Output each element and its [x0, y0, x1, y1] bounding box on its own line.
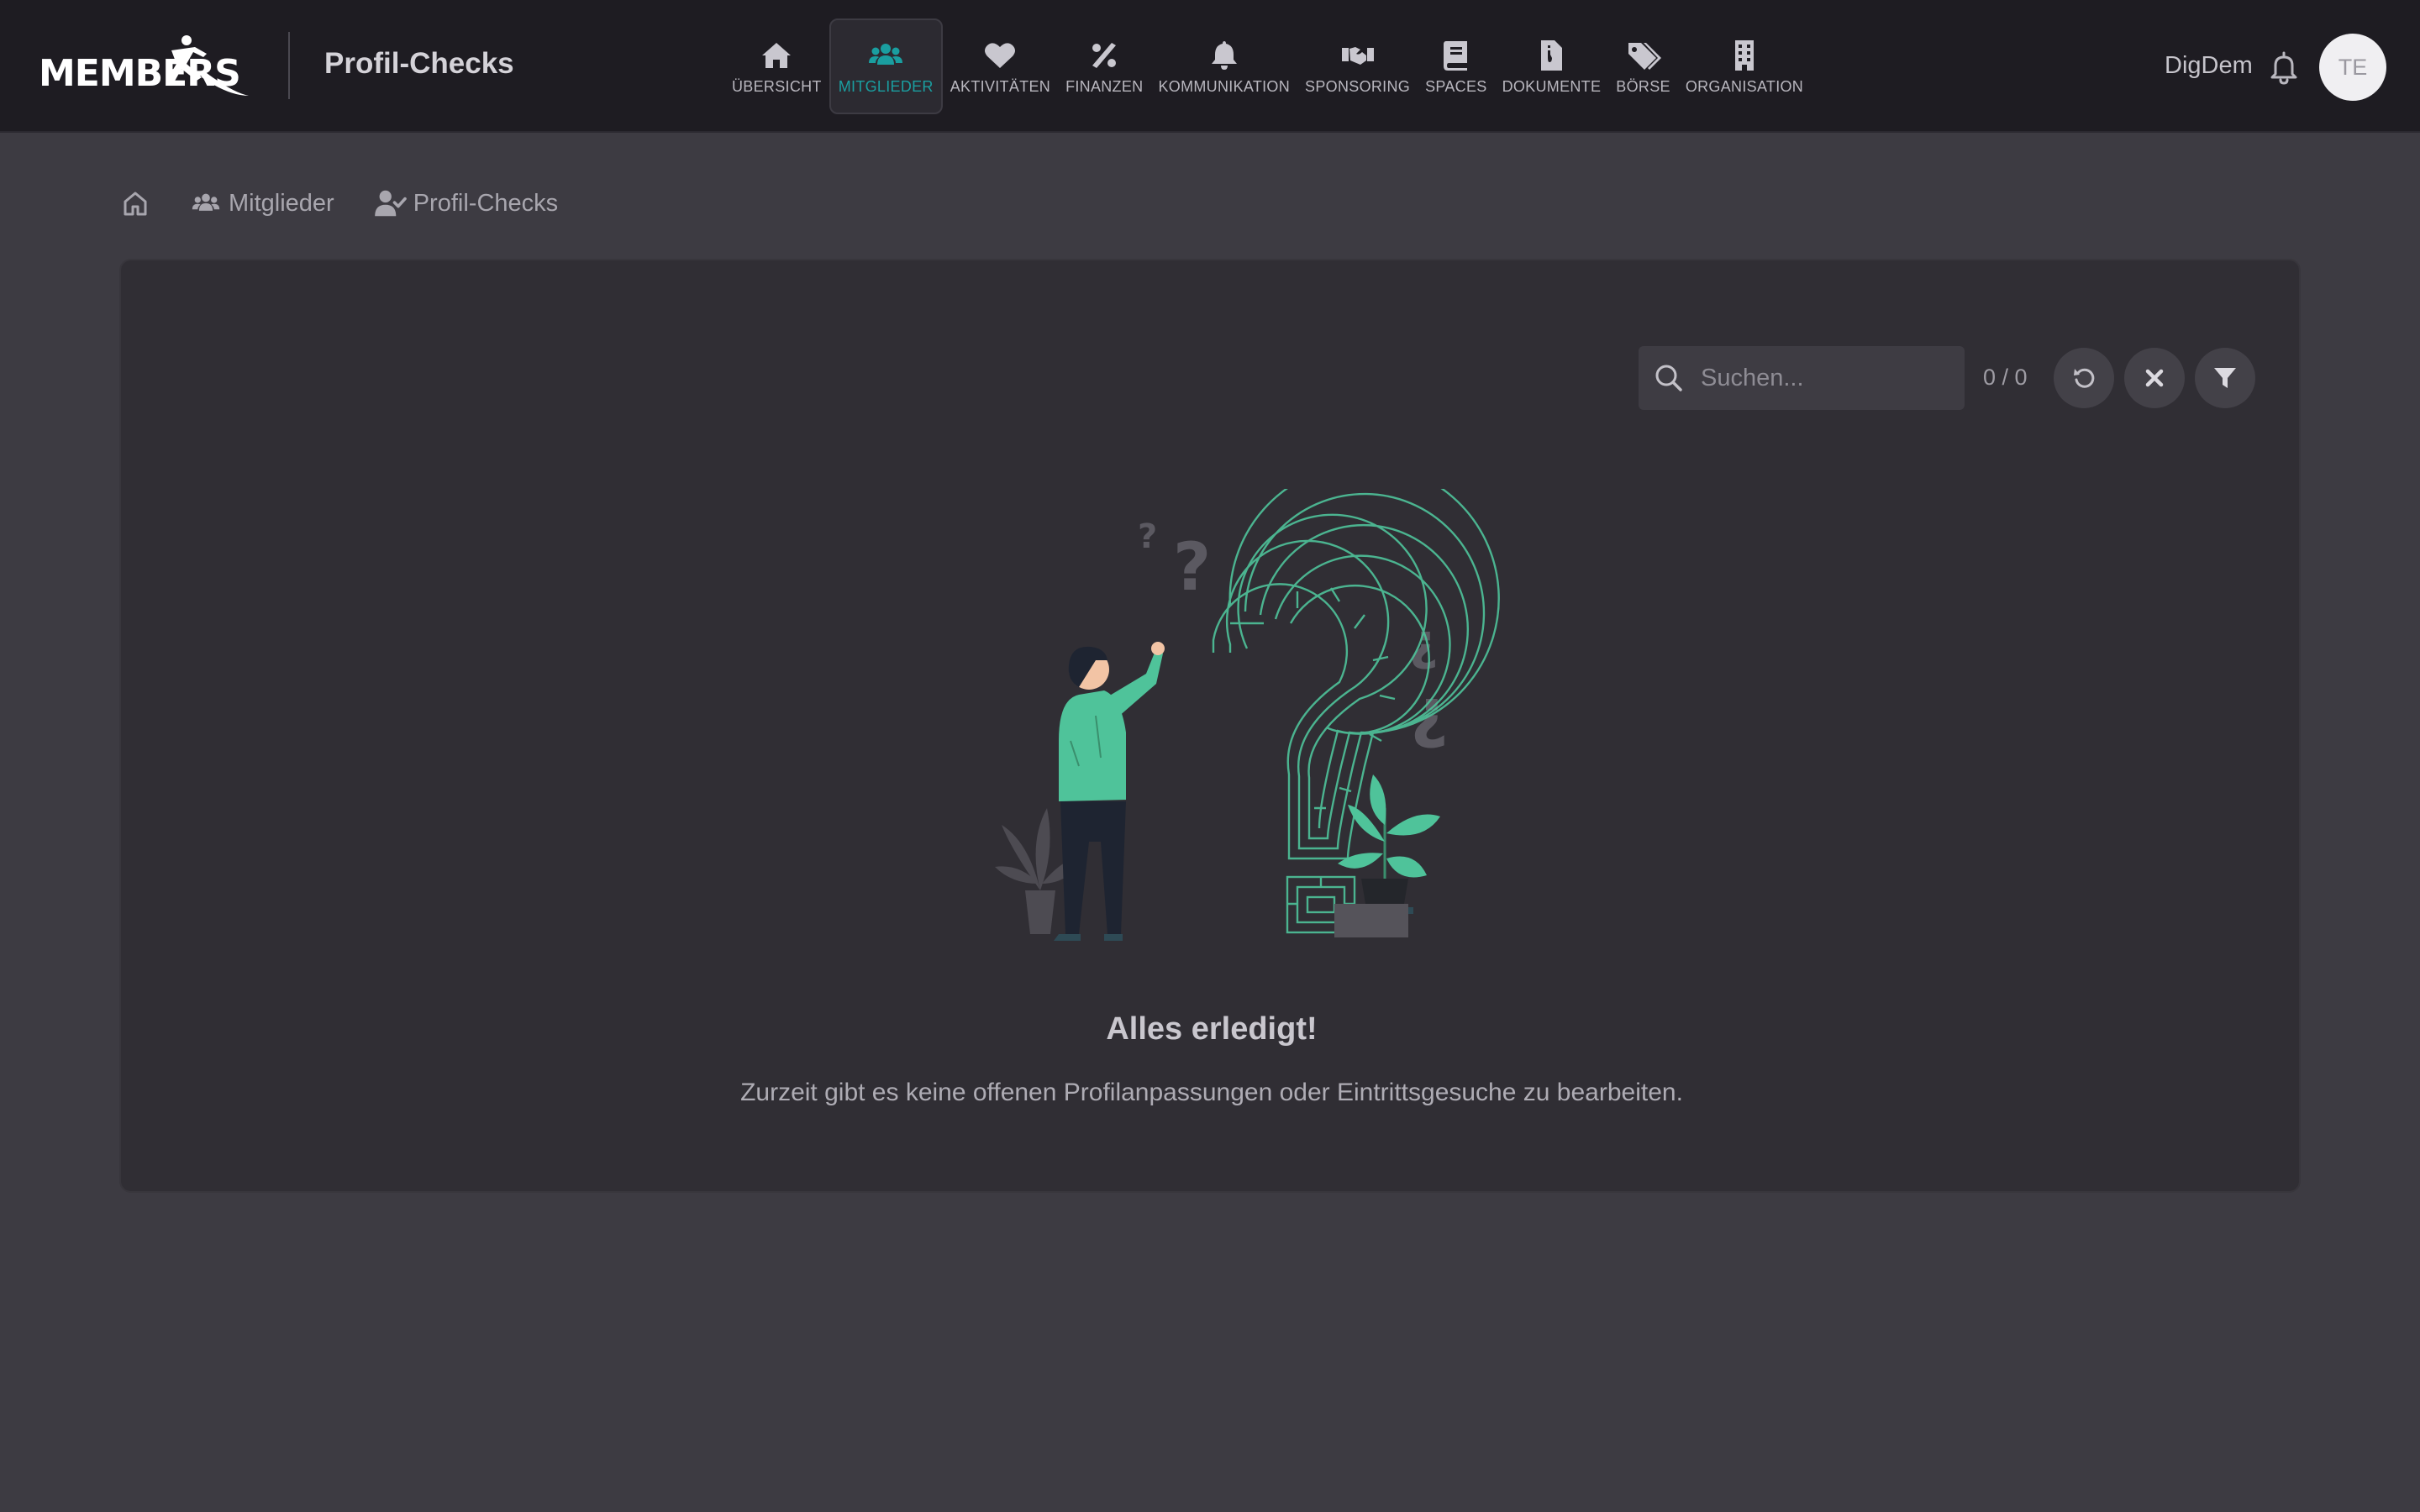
nav-label: ÜBERSICHT: [732, 77, 822, 95]
nav-label: AKTIVITÄTEN: [950, 77, 1051, 95]
result-counter: 0 / 0: [1983, 365, 2028, 390]
building-icon: [1734, 39, 1754, 71]
filter-icon: [2214, 368, 2236, 388]
percent-icon: [1092, 42, 1117, 68]
nav-label: SPACES: [1425, 77, 1487, 95]
members-logo[interactable]: MEMBERS: [39, 34, 255, 101]
nav-item-mitglieder[interactable]: MITGLIEDER: [829, 18, 943, 114]
handshake-icon: [1341, 46, 1374, 65]
content-card: 0 / 0 ? ? ? ?: [119, 259, 2301, 1193]
breadcrumb-profil-checks[interactable]: Profil-Checks: [374, 189, 559, 218]
nav-label: BÖRSE: [1616, 77, 1670, 95]
breadcrumb-home[interactable]: [121, 189, 150, 218]
search-icon: [1655, 365, 1682, 391]
reset-button[interactable]: [2054, 348, 2114, 408]
nav-label: DOKUMENTE: [1502, 77, 1602, 95]
nav-label: KOMMUNIKATION: [1158, 77, 1291, 95]
svg-text:?: ?: [1173, 530, 1211, 606]
nav-item-dokumente[interactable]: DOKUMENTE: [1495, 18, 1609, 114]
nav-item-uebersicht[interactable]: ÜBERSICHT: [724, 18, 829, 114]
nav-item-boerse[interactable]: BÖRSE: [1608, 18, 1678, 114]
nav-item-sponsoring[interactable]: SPONSORING: [1297, 18, 1418, 114]
empty-state-message: Zurzeit gibt es keine offenen Profilanpa…: [740, 1079, 1683, 1106]
breadcrumb: Mitglieder Profil-Checks: [121, 186, 558, 220]
users-icon: [192, 193, 220, 211]
nav-item-kommunikation[interactable]: KOMMUNIKATION: [1150, 18, 1297, 114]
filter-button[interactable]: [2195, 348, 2255, 408]
search-box[interactable]: [1639, 346, 1965, 410]
nav-label: SPONSORING: [1305, 77, 1411, 95]
breadcrumb-label: Profil-Checks: [413, 189, 559, 217]
nav-label: FINANZEN: [1065, 77, 1144, 95]
nav-label: MITGLIEDER: [838, 77, 934, 95]
top-bar: MEMBERS Profil-Checks ÜBERSICHT MITGLIED…: [0, 0, 2420, 133]
breadcrumb-mitglieder[interactable]: Mitglieder: [190, 189, 334, 218]
page-title: Profil-Checks: [324, 47, 514, 80]
brand-divider: [288, 32, 290, 99]
nav-item-finanzen[interactable]: FINANZEN: [1058, 18, 1150, 114]
user-check-icon: [374, 190, 407, 217]
home-icon: [762, 42, 792, 68]
user-avatar[interactable]: TE: [2319, 34, 2386, 101]
nav-label: ORGANISATION: [1685, 77, 1804, 95]
nav-item-organisation[interactable]: ORGANISATION: [1678, 18, 1811, 114]
notification-bell-icon[interactable]: [2265, 49, 2302, 86]
search-input[interactable]: [1701, 346, 1953, 410]
user-name[interactable]: DigDem: [2165, 52, 2253, 80]
users-icon: [869, 43, 903, 65]
close-icon: [2145, 369, 2164, 387]
reset-icon: [2074, 368, 2095, 388]
tags-icon: [1628, 42, 1661, 70]
main-nav: ÜBERSICHT MITGLIEDER AKTIVITÄTEN FINANZE…: [724, 18, 1811, 114]
maze-illustration: ? ? ? ?: [995, 489, 1500, 941]
book-icon: [1443, 40, 1467, 71]
empty-state-title: Alles erledigt!: [1106, 1011, 1318, 1047]
clear-button[interactable]: [2124, 348, 2185, 408]
heart-pulse-icon: [985, 42, 1016, 68]
svg-text:?: ?: [1138, 517, 1157, 556]
nav-item-spaces[interactable]: SPACES: [1418, 18, 1495, 114]
file-zipper-icon: [1541, 39, 1563, 71]
breadcrumb-label: Mitglieder: [229, 189, 334, 217]
nav-item-aktivitaeten[interactable]: AKTIVITÄTEN: [943, 18, 1058, 114]
bell-icon: [1211, 40, 1237, 70]
home-icon: [124, 192, 147, 216]
